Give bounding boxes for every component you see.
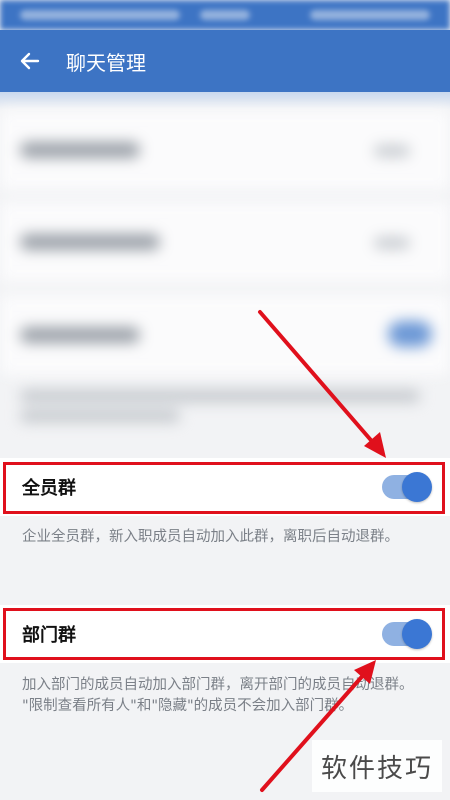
annotation-arrows: [258, 310, 386, 792]
watermark: 软件技巧: [312, 740, 442, 792]
